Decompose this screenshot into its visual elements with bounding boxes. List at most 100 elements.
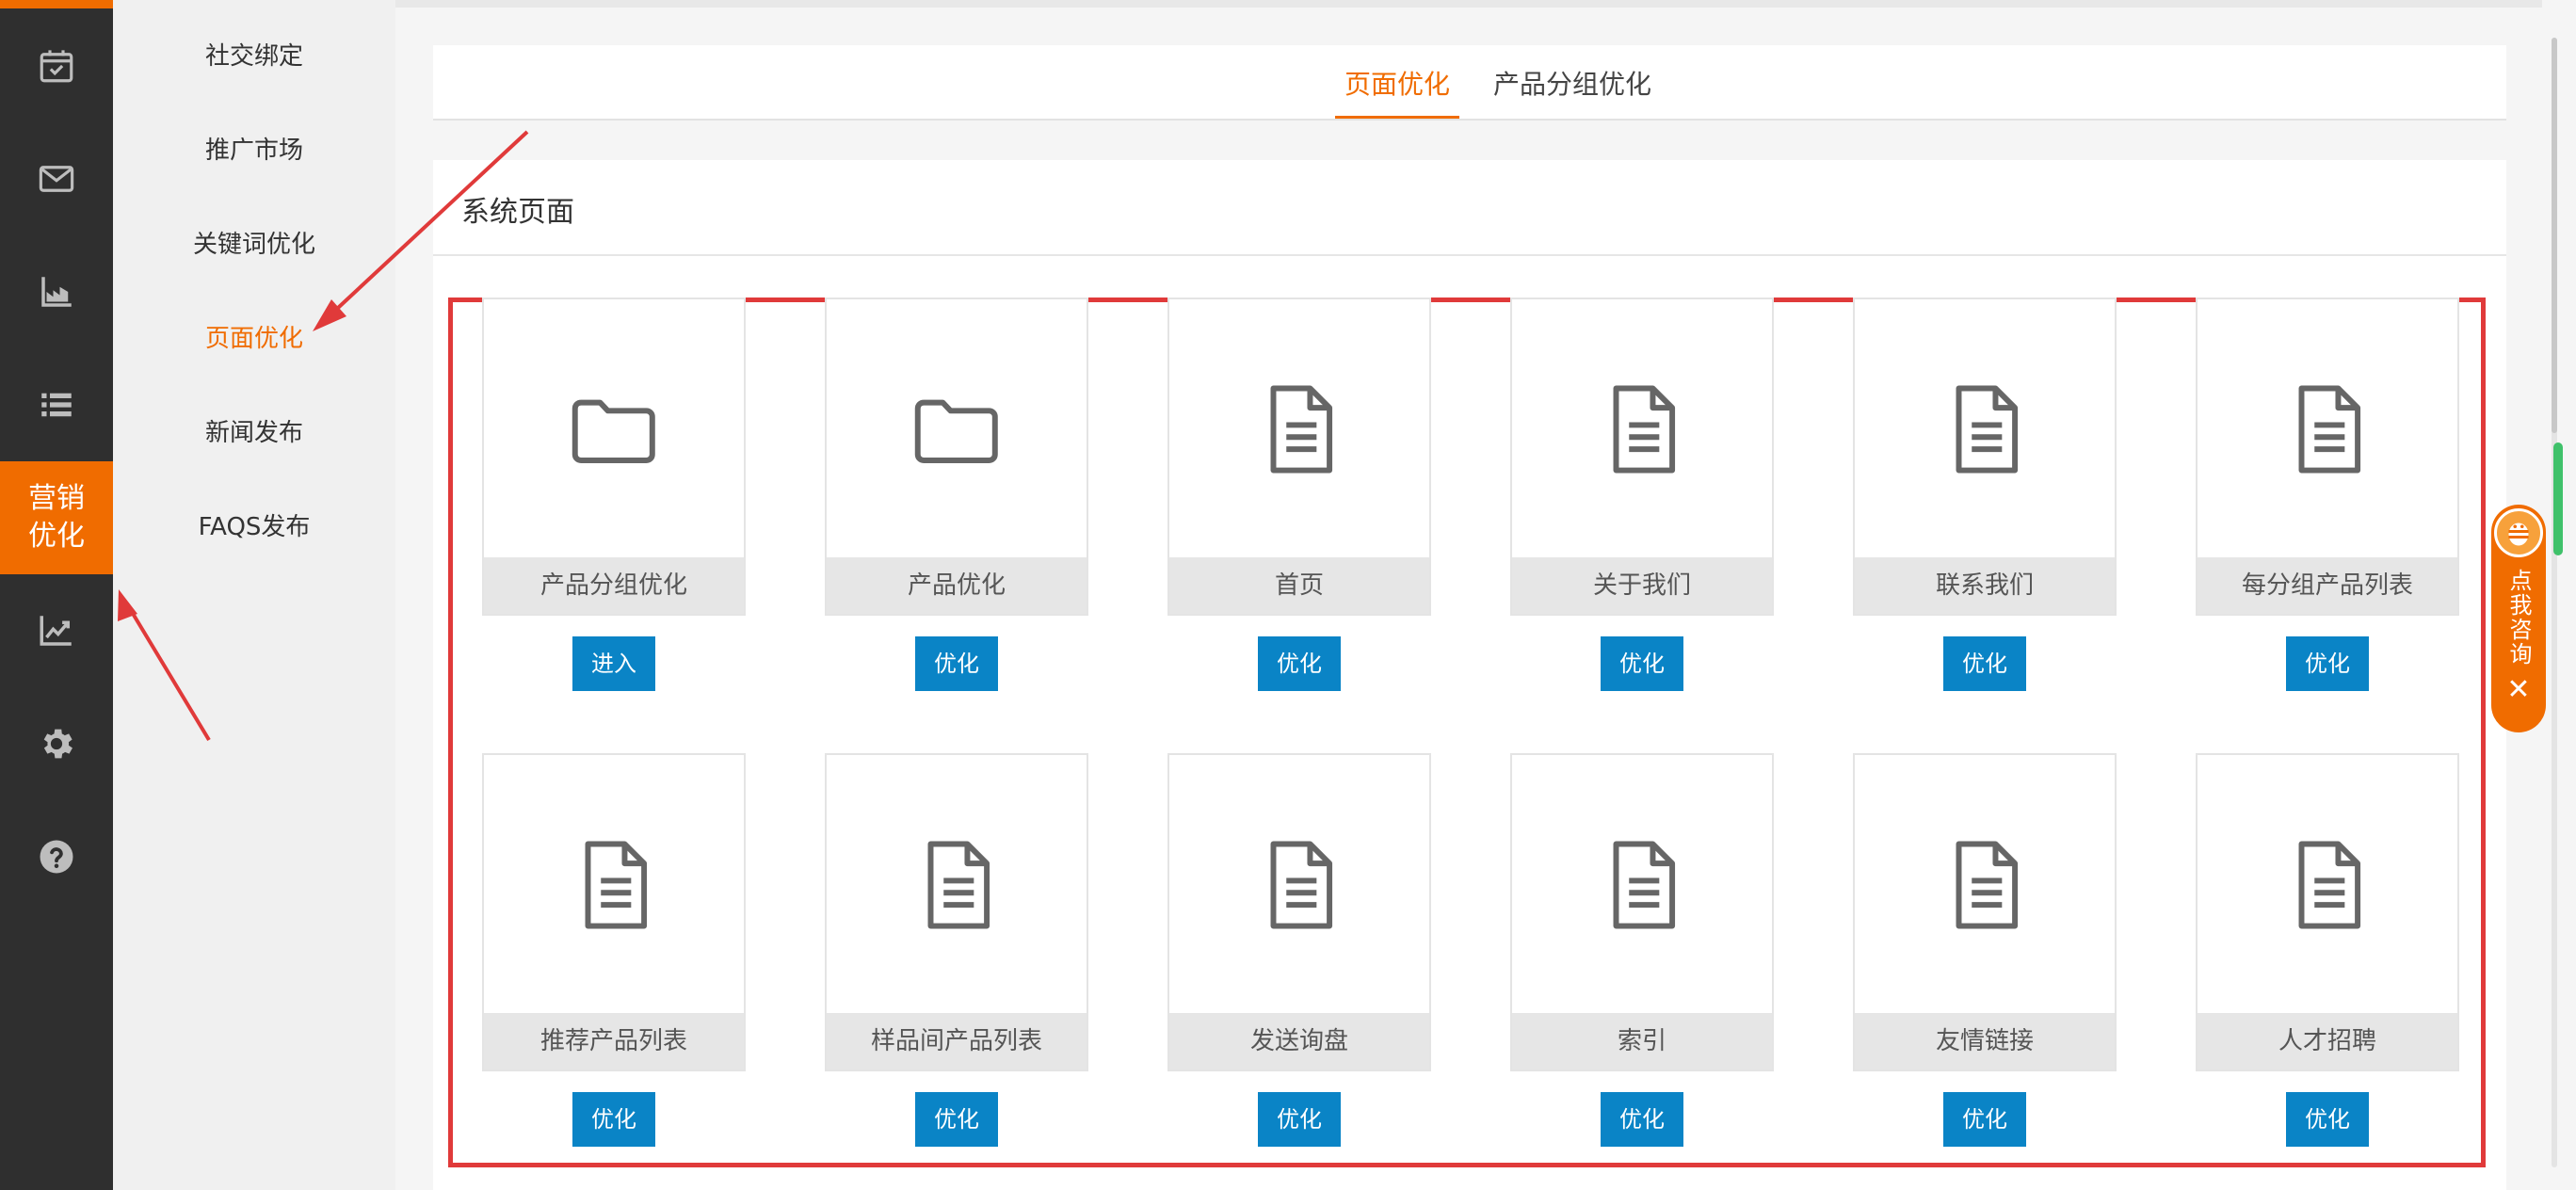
page-card-box: 推荐产品列表 xyxy=(482,753,746,1071)
trend-chart-icon xyxy=(40,616,72,646)
rail-item-help[interactable] xyxy=(0,800,113,913)
rail-item-settings[interactable] xyxy=(0,687,113,800)
folder-icon xyxy=(827,299,1087,559)
page-card: 每分组产品列表 优化 xyxy=(2196,298,2459,691)
document-icon xyxy=(1855,755,2115,1015)
page-card-box: 发送询盘 xyxy=(1167,753,1431,1071)
rail-item-list[interactable] xyxy=(0,348,113,461)
page-card: 索引 优化 xyxy=(1510,753,1774,1147)
page-card-label: 人才招聘 xyxy=(2198,1013,2457,1069)
rail-top-accent xyxy=(0,0,113,8)
submenu-item-page-optimize[interactable]: 页面优化 xyxy=(113,311,395,367)
page-card: 产品优化 优化 xyxy=(825,298,1088,691)
rail-marketing-label: 营销优化 xyxy=(28,482,85,553)
page-card: 人才招聘 优化 xyxy=(2196,753,2459,1147)
page-card-label: 首页 xyxy=(1169,557,1429,614)
scrollbar-accent xyxy=(2553,442,2563,555)
page-card-label: 产品分组优化 xyxy=(484,557,744,614)
document-icon xyxy=(484,755,744,1015)
page-card: 产品分组优化 进入 xyxy=(482,298,746,691)
rail-item-mail[interactable] xyxy=(0,122,113,235)
calendar-check-icon xyxy=(40,50,73,83)
optimize-button[interactable]: 优化 xyxy=(2286,636,2369,691)
document-icon xyxy=(1169,299,1429,559)
page-card-box: 首页 xyxy=(1167,298,1431,616)
submenu-item-news[interactable]: 新闻发布 xyxy=(113,405,395,461)
optimize-button[interactable]: 优化 xyxy=(1601,1092,1683,1147)
page-card-box: 联系我们 xyxy=(1853,298,2117,616)
scrollbar-thumb[interactable] xyxy=(2552,38,2557,433)
optimize-button[interactable]: 优化 xyxy=(915,1092,998,1147)
page-card-label: 发送询盘 xyxy=(1169,1013,1429,1069)
optimize-button[interactable]: 优化 xyxy=(1943,636,2026,691)
page-card: 发送询盘 优化 xyxy=(1167,753,1431,1147)
page-card-box: 每分组产品列表 xyxy=(2196,298,2459,616)
close-icon[interactable]: ✕ xyxy=(2506,676,2530,704)
document-icon xyxy=(1512,755,1772,1015)
page-card-box: 人才招聘 xyxy=(2196,753,2459,1071)
main-content: 页面优化 产品分组优化 系统页面 产品分组优化 进入 产品优化 优化 首页 优化 关于我们优… xyxy=(395,0,2542,1190)
tab-page-optimize[interactable]: 页面优化 xyxy=(1335,64,1459,119)
tabs-bar: 页面优化 产品分组优化 xyxy=(433,45,2506,121)
page-card: 首页 优化 xyxy=(1167,298,1431,691)
page-card: 关于我们 优化 xyxy=(1510,298,1774,691)
submenu: 社交绑定 推广市场 关键词优化 页面优化 新闻发布 FAQS发布 xyxy=(113,0,395,1190)
page-card: 联系我们 优化 xyxy=(1853,298,2117,691)
optimize-button[interactable]: 优化 xyxy=(2286,1092,2369,1147)
submenu-item-social[interactable]: 社交绑定 xyxy=(113,28,395,85)
rail-item-stats[interactable] xyxy=(0,235,113,348)
icon-rail: 营销优化 xyxy=(0,0,113,1190)
document-icon xyxy=(1855,299,2115,559)
page-card-box: 索引 xyxy=(1510,753,1774,1071)
page-card-label: 索引 xyxy=(1512,1013,1772,1069)
consult-label: 点我咨询 xyxy=(2505,569,2532,667)
page-card-label: 友情链接 xyxy=(1855,1013,2115,1069)
list-icon xyxy=(41,393,72,417)
optimize-button[interactable]: 优化 xyxy=(572,1092,655,1147)
page-card-label: 产品优化 xyxy=(827,557,1087,614)
top-strip xyxy=(395,0,2542,8)
document-icon xyxy=(2198,755,2457,1015)
page-card-box: 样品间产品列表 xyxy=(825,753,1088,1071)
factory-chart-icon xyxy=(41,277,72,307)
page-card-box: 产品分组优化 xyxy=(482,298,746,616)
highlight-box xyxy=(448,298,2486,1167)
page-scrollbar[interactable] xyxy=(2544,38,2567,1167)
envelope-icon xyxy=(39,166,74,192)
folder-icon xyxy=(484,299,744,559)
document-icon xyxy=(1169,755,1429,1015)
consult-widget[interactable]: 点我咨询 ✕ xyxy=(2491,505,2546,732)
page-card-box: 友情链接 xyxy=(1853,753,2117,1071)
submenu-item-promotion[interactable]: 推广市场 xyxy=(113,122,395,179)
page-card-label: 推荐产品列表 xyxy=(484,1013,744,1069)
submenu-item-faqs[interactable]: FAQS发布 xyxy=(113,499,395,555)
section-divider xyxy=(433,254,2506,256)
page-card: 样品间产品列表 优化 xyxy=(825,753,1088,1147)
page-card-label: 关于我们 xyxy=(1512,557,1772,614)
optimize-button[interactable]: 优化 xyxy=(1943,1092,2026,1147)
rail-item-trend[interactable] xyxy=(0,574,113,687)
page-card-label: 每分组产品列表 xyxy=(2198,557,2457,614)
optimize-button[interactable]: 优化 xyxy=(1258,1092,1341,1147)
system-pages-panel: 系统页面 产品分组优化 进入 产品优化 优化 首页 优化 关于我们 优化 联系我们 优化 每分组产品… xyxy=(433,160,2506,1190)
section-title: 系统页面 xyxy=(461,196,574,229)
optimize-button[interactable]: 优化 xyxy=(915,636,998,691)
gear-icon xyxy=(43,729,72,759)
document-icon xyxy=(1512,299,1772,559)
page-card-label: 联系我们 xyxy=(1855,557,2115,614)
page-card-box: 产品优化 xyxy=(825,298,1088,616)
submenu-item-keywords[interactable]: 关键词优化 xyxy=(113,217,395,273)
optimize-button[interactable]: 优化 xyxy=(1258,636,1341,691)
page-card-box: 关于我们 xyxy=(1510,298,1774,616)
page-card: 推荐产品列表 优化 xyxy=(482,753,746,1147)
optimize-button[interactable]: 优化 xyxy=(1601,636,1683,691)
page-card: 友情链接 优化 xyxy=(1853,753,2117,1147)
tab-group-optimize[interactable]: 产品分组优化 xyxy=(1488,64,1657,119)
enter-button[interactable]: 进入 xyxy=(572,636,655,691)
document-icon xyxy=(2198,299,2457,559)
bee-avatar-icon xyxy=(2494,508,2543,557)
document-icon xyxy=(827,755,1087,1015)
rail-item-marketing[interactable]: 营销优化 xyxy=(0,461,113,574)
rail-item-tasks[interactable] xyxy=(0,9,113,122)
question-icon xyxy=(40,840,73,874)
